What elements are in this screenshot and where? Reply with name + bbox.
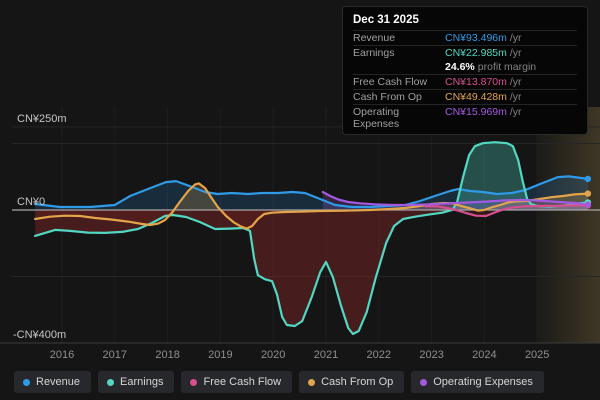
tooltip-row-value: 24.6% bbox=[445, 61, 475, 73]
tooltip-row-earnings: EarningsCN¥22.985m/yr bbox=[353, 45, 577, 60]
tooltip-row-operating-expenses: Operating ExpensesCN¥15.969m/yr bbox=[353, 104, 577, 131]
legend-item-earnings[interactable]: Earnings bbox=[98, 371, 174, 393]
tooltip-row-suffix: /yr bbox=[510, 91, 522, 103]
tooltip-row-free-cash-flow: Free Cash FlowCN¥13.870m/yr bbox=[353, 74, 577, 89]
operating_expenses-end-dot bbox=[585, 202, 591, 208]
x-axis-label-2021: 2021 bbox=[308, 349, 344, 361]
operating_expenses-dot-icon bbox=[420, 379, 427, 386]
y-axis-label-0: CN¥0 bbox=[17, 196, 45, 208]
revenue-end-dot bbox=[585, 176, 591, 182]
tooltip-row-label: Earnings bbox=[353, 47, 445, 59]
tooltip-row-profit-margin: 24.6%profit margin bbox=[353, 60, 577, 74]
x-axis-label-2025: 2025 bbox=[519, 349, 555, 361]
financial-history-chart: CN¥250m CN¥0 -CN¥400m 2016 2017 2018 2019 2020… bbox=[0, 0, 600, 400]
legend-item-free_cash_flow[interactable]: Free Cash Flow bbox=[181, 371, 292, 393]
tooltip-row-label: Free Cash Flow bbox=[353, 76, 445, 88]
forecast-band bbox=[537, 107, 600, 343]
tooltip-row-value: CN¥93.496m bbox=[445, 32, 507, 44]
x-axis-label-2016: 2016 bbox=[44, 349, 80, 361]
y-axis-label-250: CN¥250m bbox=[17, 113, 67, 125]
y-axis-label--400: -CN¥400m bbox=[13, 329, 66, 341]
tooltip-row-value: CN¥15.969m bbox=[445, 106, 507, 118]
tooltip-row-suffix: profit margin bbox=[478, 61, 536, 73]
cash_from_op-end-dot bbox=[585, 190, 591, 196]
tooltip-row-label: Operating Expenses bbox=[353, 106, 445, 130]
x-axis-label-2022: 2022 bbox=[361, 349, 397, 361]
tooltip-rows: RevenueCN¥93.496m/yrEarningsCN¥22.985m/y… bbox=[353, 30, 577, 131]
legend-item-label: Cash From Op bbox=[321, 376, 393, 388]
legend: Revenue Earnings Free Cash Flow Cash From O… bbox=[14, 371, 544, 393]
tooltip-row-suffix: /yr bbox=[510, 76, 522, 88]
tooltip-row-suffix: /yr bbox=[510, 106, 522, 118]
tooltip-row-suffix: /yr bbox=[510, 32, 522, 44]
revenue-dot-icon bbox=[23, 379, 30, 386]
tooltip-date: Dec 31 2025 bbox=[353, 12, 577, 30]
legend-item-label: Revenue bbox=[36, 376, 80, 388]
legend-item-label: Free Cash Flow bbox=[203, 376, 281, 388]
legend-item-label: Operating Expenses bbox=[433, 376, 533, 388]
x-axis-label-2018: 2018 bbox=[150, 349, 186, 361]
x-axis-label-2023: 2023 bbox=[414, 349, 450, 361]
tooltip-row-value: CN¥13.870m bbox=[445, 76, 507, 88]
tooltip-row-cash-from-op: Cash From OpCN¥49.428m/yr bbox=[353, 89, 577, 104]
earnings-dot-icon bbox=[107, 379, 114, 386]
x-axis-label-2017: 2017 bbox=[97, 349, 133, 361]
tooltip: Dec 31 2025 RevenueCN¥93.496m/yrEarnings… bbox=[342, 6, 588, 135]
tooltip-row-revenue: RevenueCN¥93.496m/yr bbox=[353, 30, 577, 45]
legend-item-revenue[interactable]: Revenue bbox=[14, 371, 91, 393]
x-axis-label-2024: 2024 bbox=[466, 349, 502, 361]
tooltip-row-suffix: /yr bbox=[510, 47, 522, 59]
legend-item-cash_from_op[interactable]: Cash From Op bbox=[299, 371, 404, 393]
tooltip-row-label: Revenue bbox=[353, 32, 445, 44]
x-axis-label-2020: 2020 bbox=[255, 349, 291, 361]
tooltip-row-value: CN¥22.985m bbox=[445, 47, 507, 59]
x-axis-label-2019: 2019 bbox=[202, 349, 238, 361]
tooltip-row-label: Cash From Op bbox=[353, 91, 445, 103]
legend-item-operating_expenses[interactable]: Operating Expenses bbox=[411, 371, 544, 393]
cash_from_op-dot-icon bbox=[308, 379, 315, 386]
free_cash_flow-dot-icon bbox=[190, 379, 197, 386]
tooltip-row-value: CN¥49.428m bbox=[445, 91, 507, 103]
legend-item-label: Earnings bbox=[120, 376, 163, 388]
